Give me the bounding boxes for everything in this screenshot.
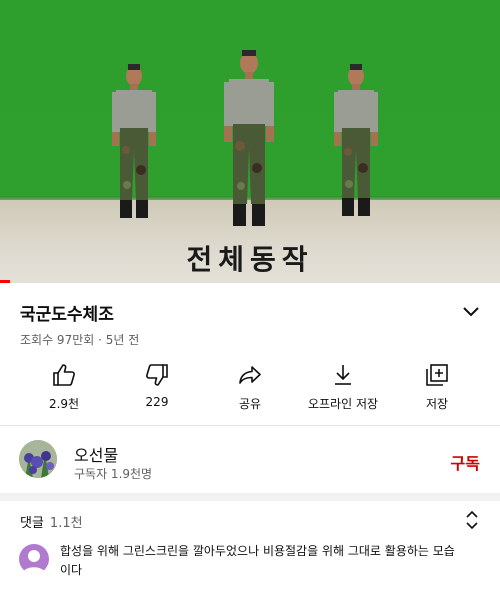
save-playlist-icon [426,364,448,386]
like-button[interactable]: 2.9천 [14,358,114,414]
subscribe-button[interactable]: 구독 [451,450,480,474]
dislike-button[interactable]: 229 [107,358,207,414]
soldier-figure-center [224,50,274,226]
share-label: 공유 [238,397,262,411]
comments-count: 1.1천 [49,516,83,531]
video-progress-bar[interactable] [0,280,500,283]
soldier-figure-left [112,64,156,218]
download-icon [335,365,351,385]
user-icon [22,550,46,574]
video-caption: 전체동작 [186,243,314,276]
dislike-count: 229 [145,395,169,409]
top-comment-text: 합성을 위해 그린스크린을 깔아두었으나 비용절감을 위해 그대로 활용하는 모… [60,544,455,577]
thumbs-up-icon [53,364,75,386]
video-title: 국군도수체조 [20,305,114,325]
comments-header: 댓글 1.1천 [20,512,83,531]
chevron-down-icon[interactable] [460,302,482,322]
commenter-avatar[interactable] [19,544,49,574]
comments-section[interactable]: 댓글 1.1천 합성을 위해 그린스크린을 깔아두었으나 비용절감을 위해 그대로… [0,500,500,601]
channel-avatar[interactable] [19,440,57,478]
channel-name[interactable]: 오선물 [74,442,118,466]
action-bar: 2.9천 229 공유 오프라인 저장 저장 [0,358,500,414]
channel-row[interactable]: 오선물 구독자 1.9천명 구독 [0,430,500,490]
download-button[interactable]: 오프라인 저장 [293,358,393,414]
share-icon [239,366,261,384]
thumbs-down-icon [146,364,168,386]
share-button[interactable]: 공유 [200,358,300,414]
subscriber-count: 구독자 1.9천명 [74,467,153,481]
soldier-figure-right [334,64,378,216]
download-label: 오프라인 저장 [307,397,379,411]
flower-image [19,440,57,478]
divider [0,425,500,426]
video-player[interactable]: 전체동작 [0,0,500,283]
save-button[interactable]: 저장 [387,358,487,414]
save-label: 저장 [425,397,449,411]
video-meta: 조회수 97만회 · 5년 전 [20,333,140,347]
video-progress-fill [0,280,10,283]
like-count: 2.9천 [48,397,80,411]
comments-heading: 댓글 [20,516,44,531]
title-row[interactable]: 국군도수체조 [20,300,482,325]
expand-collapse-icon[interactable] [464,510,480,530]
